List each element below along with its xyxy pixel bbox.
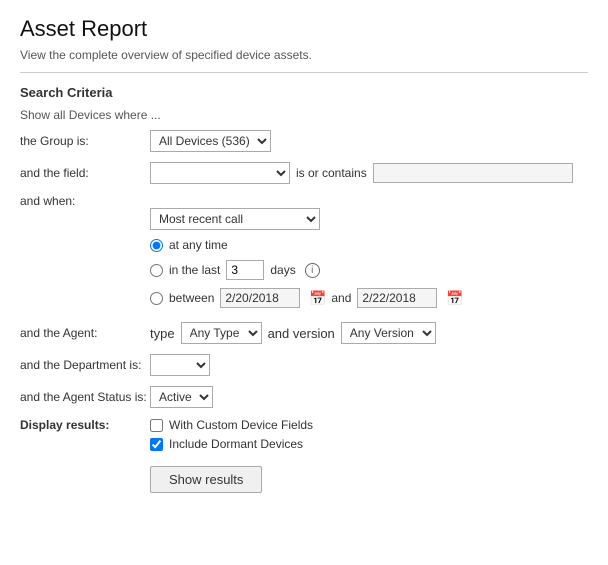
field-label: and the field: xyxy=(20,166,150,180)
department-select[interactable] xyxy=(150,354,210,376)
group-row: the Group is: All Devices (536) xyxy=(20,130,588,152)
custom-fields-label: With Custom Device Fields xyxy=(169,418,313,432)
days-input[interactable] xyxy=(226,260,264,280)
when-label-row: and when: xyxy=(20,194,588,208)
in-the-last-label: in the last xyxy=(169,263,220,277)
status-row: and the Agent Status is: Active xyxy=(20,386,588,408)
radio-anytime[interactable] xyxy=(150,239,163,252)
most-recent-row: Most recent call xyxy=(150,208,588,230)
info-icon: i xyxy=(305,263,320,278)
status-label: and the Agent Status is: xyxy=(20,390,150,404)
include-dormant-label: Include Dormant Devices xyxy=(169,437,303,451)
page-subtitle: View the complete overview of specified … xyxy=(20,48,588,62)
status-select[interactable]: Active xyxy=(150,386,213,408)
is-or-contains-text: is or contains xyxy=(296,166,367,180)
date-from-input[interactable] xyxy=(220,288,300,308)
custom-fields-row: With Custom Device Fields xyxy=(150,418,313,432)
and-date-label: and xyxy=(331,291,351,305)
radio-row-between: between 📅 and 📅 xyxy=(150,288,588,308)
radio-between[interactable] xyxy=(150,292,163,305)
search-criteria-heading: Search Criteria xyxy=(20,85,588,100)
when-select[interactable]: Most recent call xyxy=(150,208,320,230)
department-label: and the Department is: xyxy=(20,358,150,372)
display-results-row: Display results: With Custom Device Fiel… xyxy=(20,418,588,456)
agent-controls: type Any Type and version Any Version xyxy=(150,322,436,344)
display-results-label: Display results: xyxy=(20,418,150,432)
calendar-from-icon[interactable]: 📅 xyxy=(309,290,325,306)
agent-label: and the Agent: xyxy=(20,326,150,340)
agent-row: and the Agent: type Any Type and version… xyxy=(20,322,588,344)
at-any-time-label: at any time xyxy=(169,238,228,252)
show-results-button[interactable]: Show results xyxy=(150,466,262,493)
radio-last-days[interactable] xyxy=(150,264,163,277)
group-label: the Group is: xyxy=(20,134,150,148)
display-results-options: With Custom Device Fields Include Dorman… xyxy=(150,418,313,456)
agent-version-select[interactable]: Any Version xyxy=(341,322,436,344)
calendar-to-icon[interactable]: 📅 xyxy=(446,290,462,306)
and-version-label: and version xyxy=(268,326,335,341)
page-title: Asset Report xyxy=(20,16,588,42)
between-label: between xyxy=(169,291,214,305)
when-options-block: at any time in the last days i between 📅… xyxy=(150,238,588,308)
agent-type-select[interactable]: Any Type xyxy=(181,322,262,344)
date-to-input[interactable] xyxy=(357,288,437,308)
contains-input[interactable] xyxy=(373,163,573,183)
divider xyxy=(20,72,588,73)
type-label: type xyxy=(150,326,175,341)
days-label: days xyxy=(270,263,295,277)
show-results-container: Show results xyxy=(150,466,588,493)
radio-row-last-days: in the last days i xyxy=(150,260,588,280)
custom-fields-checkbox[interactable] xyxy=(150,419,163,432)
field-row: and the field: is or contains xyxy=(20,162,588,184)
field-select[interactable] xyxy=(150,162,290,184)
group-select[interactable]: All Devices (536) xyxy=(150,130,271,152)
radio-row-anytime: at any time xyxy=(150,238,588,252)
dormant-row: Include Dormant Devices xyxy=(150,437,313,451)
show-all-label: Show all Devices where ... xyxy=(20,108,588,122)
include-dormant-checkbox[interactable] xyxy=(150,438,163,451)
department-row: and the Department is: xyxy=(20,354,588,376)
when-label: and when: xyxy=(20,194,150,208)
